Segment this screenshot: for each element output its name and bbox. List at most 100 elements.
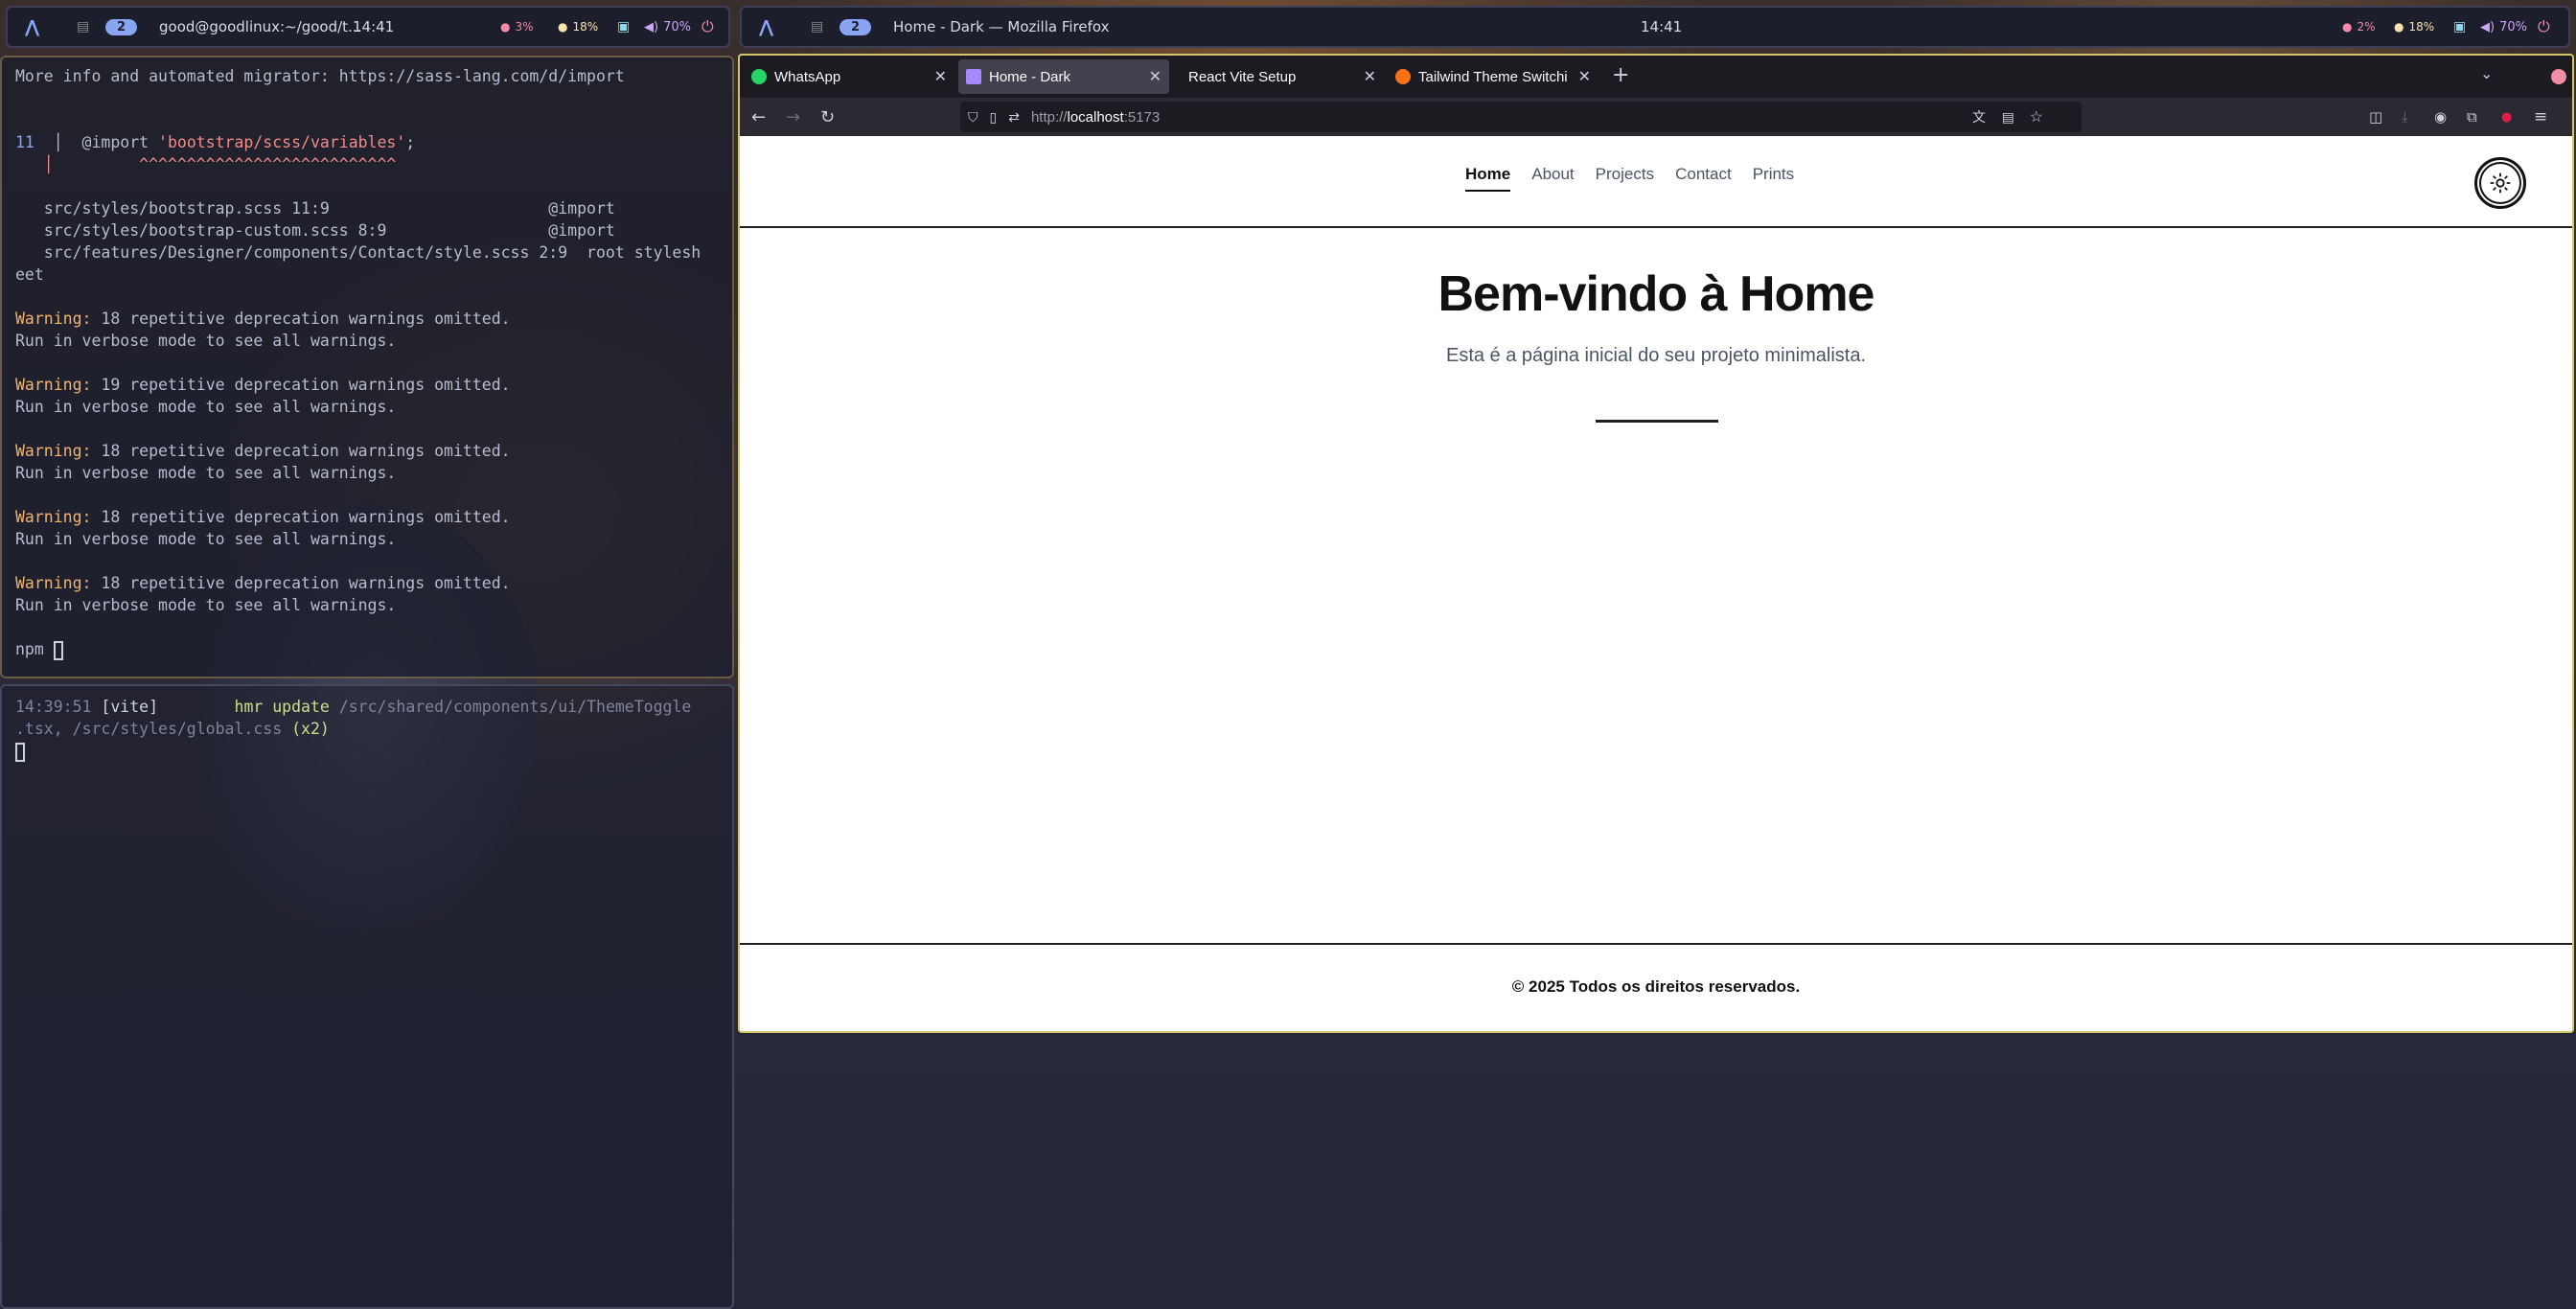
site-footer: © 2025 Todos os direitos reservados. [740, 943, 2572, 1031]
memory-icon: ● [558, 20, 568, 34]
terminal-line: Run in verbose mode to see all warnings. [15, 332, 397, 350]
bookmark-star-icon[interactable]: ☆ [2030, 107, 2043, 126]
terminal-line: Warning: 18 repetitive deprecation warni… [15, 508, 511, 526]
memory-indicator: ● 18% [558, 20, 599, 34]
terminal-line: src/features/Designer/components/Contact… [15, 243, 702, 262]
nav-contact[interactable]: Contact [1675, 165, 1732, 192]
nav-about[interactable]: About [1531, 165, 1574, 192]
tab-strip: WhatsApp ✕ Home - Dark ✕ React Vite Setu… [740, 56, 2572, 98]
back-arrow-icon[interactable]: ← [751, 107, 766, 127]
downloads-icon[interactable]: ⤓ [2402, 108, 2408, 126]
workspace-2-button[interactable]: 2 [105, 18, 138, 35]
cpu-indicator: ● 2% [2342, 20, 2376, 34]
tab-tailwind-theme[interactable]: Tailwind Theme Switchi ✕ [1388, 59, 1598, 94]
clock[interactable]: 14:41 [1641, 18, 1682, 35]
terminal-line: 11 │ @import 'bootstrap/scss/variables'; [15, 133, 416, 151]
account-icon[interactable]: ◉ [2434, 108, 2447, 126]
nav-toolbar: ← → ↻ ⛉ ▯ ⇄ http://localhost:5173 文 ▤ ☆ … [740, 98, 2572, 136]
workspace-1-button[interactable]: ▤ [811, 19, 823, 34]
terminal-line: Warning: 19 repetitive deprecation warni… [15, 376, 511, 394]
reload-icon[interactable]: ↻ [820, 107, 835, 127]
terminal-line: Warning: 18 repetitive deprecation warni… [15, 310, 511, 328]
close-tab-icon[interactable]: ✕ [1578, 67, 1591, 86]
ublock-icon[interactable]: ● [2501, 110, 2512, 125]
nav-projects[interactable]: Projects [1596, 165, 1654, 192]
firefox-window: WhatsApp ✕ Home - Dark ✕ React Vite Setu… [738, 54, 2574, 1033]
window-title: good@goodlinux:~/good/t... [159, 18, 362, 35]
whatsapp-favicon-icon [751, 69, 767, 84]
new-tab-button[interactable]: + [1612, 63, 1629, 87]
terminal-cursor [53, 640, 63, 660]
forward-arrow-icon[interactable]: → [786, 107, 800, 127]
terminal-line: Warning: 18 repetitive deprecation warni… [15, 442, 511, 460]
volume-indicator[interactable]: ◀) 70% [2480, 20, 2527, 34]
window-close-dot-icon[interactable] [2551, 69, 2566, 84]
clock[interactable]: 14:41 [353, 18, 394, 35]
arch-logo-icon[interactable]: ⋀ [759, 17, 773, 37]
volume-icon: ◀) [644, 19, 659, 34]
permissions-icon[interactable]: ⇄ [1008, 109, 1020, 126]
window-title: Home - Dark — Mozilla Firefox [893, 18, 1110, 35]
reader-icon[interactable]: ▤ [2002, 109, 2014, 126]
site-header: Home About Projects Contact Prints [740, 136, 2572, 228]
pocket-icon[interactable]: ◫ [2369, 108, 2382, 126]
terminal-line: Run in verbose mode to see all warnings. [15, 596, 397, 614]
workspace-1-button[interactable]: ▤ [77, 19, 89, 34]
volume-indicator[interactable]: ◀) 70% [644, 20, 691, 34]
terminal-bottom[interactable]: 14:39:51 [vite] hmr update /src/shared/c… [0, 684, 734, 1309]
theme-toggle-button[interactable] [2474, 157, 2526, 209]
page-info-icon[interactable]: ▯ [990, 109, 998, 126]
divider [1596, 420, 1718, 423]
tailwind-favicon-icon [1395, 69, 1411, 84]
translate-icon[interactable]: 文 [1972, 107, 1986, 126]
vite-log-line: 14:39:51 [vite] hmr update /src/shared/c… [15, 698, 692, 716]
tab-home-dark[interactable]: Home - Dark ✕ [958, 59, 1169, 94]
terminal-line: Run in verbose mode to see all warnings. [15, 398, 397, 416]
power-icon[interactable]: ⏻ [2538, 17, 2550, 36]
url-bar[interactable]: ⛉ ▯ ⇄ http://localhost:5173 文 ▤ ☆ [960, 102, 2082, 132]
shield-icon[interactable]: ⛉ [968, 109, 978, 126]
workspace-2-button[interactable]: 2 [840, 18, 872, 35]
footer-copyright: © 2025 Todos os direitos reservados. [1511, 977, 1801, 996]
memory-indicator: ● 18% [2394, 20, 2435, 34]
terminal-line: More info and automated migrator: https:… [15, 67, 625, 85]
page-title: Bem-vindo à Home [1438, 266, 1875, 322]
terminal-line: src/styles/bootstrap-custom.scss 8:9 @im… [15, 221, 615, 240]
arch-logo-icon[interactable]: ⋀ [25, 17, 39, 37]
site-nav: Home About Projects Contact Prints [1465, 165, 1794, 192]
close-tab-icon[interactable]: ✕ [1364, 67, 1376, 86]
close-tab-icon[interactable]: ✕ [934, 67, 947, 86]
cpu-icon: ● [2342, 20, 2353, 34]
display-icon[interactable]: ▣ [617, 19, 630, 34]
terminal-cursor [15, 742, 25, 762]
terminal-line: Run in verbose mode to see all warnings. [15, 530, 397, 548]
nav-prints[interactable]: Prints [1753, 165, 1794, 192]
web-page: Home About Projects Contact Prints Bem-v… [740, 136, 2572, 1031]
page-subtitle: Esta é a página inicial do seu projeto m… [1445, 345, 1867, 366]
close-tab-icon[interactable]: ✕ [1149, 67, 1162, 86]
list-tabs-chevron-icon[interactable]: ⌄ [2480, 64, 2493, 82]
power-icon[interactable]: ⏻ [702, 17, 714, 36]
terminal-line: │ ^^^^^^^^^^^^^^^^^^^^^^^^^^^ [15, 155, 397, 173]
terminal-top[interactable]: More info and automated migrator: https:… [0, 56, 734, 678]
nav-home[interactable]: Home [1465, 165, 1511, 192]
memory-icon: ● [2394, 20, 2404, 34]
terminal-line: npm [15, 638, 719, 660]
extensions-icon[interactable]: ⧉ [2467, 108, 2477, 126]
url-text[interactable]: http://localhost:5173 [1031, 109, 1160, 126]
menu-icon[interactable]: ≡ [2534, 107, 2547, 126]
tab-react-vite-setup[interactable]: React Vite Setup ✕ [1173, 59, 1384, 94]
volume-icon: ◀) [2480, 19, 2496, 34]
terminal-line: src/styles/bootstrap.scss 11:9 @import [15, 199, 615, 218]
cpu-icon: ● [500, 20, 511, 34]
display-icon[interactable]: ▣ [2453, 19, 2466, 34]
left-status-bar: ⋀ ▤ 2 good@goodlinux:~/good/t... 14:41 ●… [6, 6, 730, 48]
tab-whatsapp[interactable]: WhatsApp ✕ [744, 59, 954, 94]
